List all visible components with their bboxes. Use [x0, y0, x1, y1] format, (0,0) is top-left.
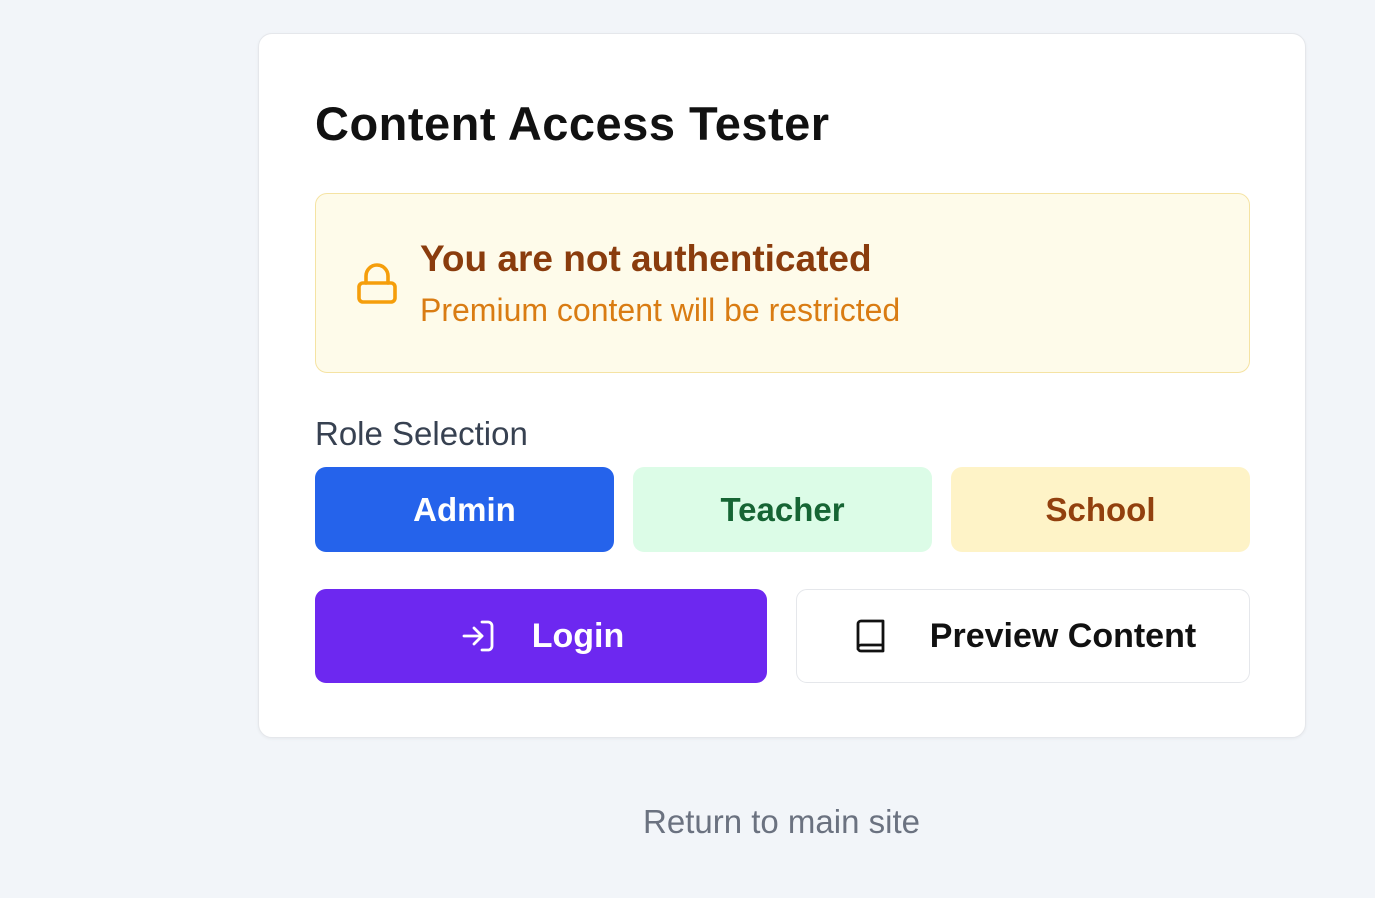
role-school-button[interactable]: School [951, 467, 1250, 552]
login-icon [458, 616, 498, 656]
access-tester-card: Content Access Tester You are not authen… [258, 33, 1306, 738]
login-button[interactable]: Login [315, 589, 767, 683]
book-icon [850, 616, 890, 656]
preview-label: Preview Content [929, 616, 1197, 655]
role-admin-button[interactable]: Admin [315, 467, 614, 552]
login-label: Login [531, 616, 625, 655]
role-selection-label: Role Selection [315, 415, 528, 452]
alert-subtitle: Premium content will be restricted [420, 292, 901, 328]
page-title: Content Access Tester [315, 97, 830, 150]
lock-icon [354, 261, 402, 309]
return-to-main-site-link[interactable]: Return to main site [0, 803, 1375, 841]
alert-title: You are not authenticated [420, 238, 872, 279]
auth-status-alert: You are not authenticated Premium conten… [315, 193, 1250, 373]
role-teacher-button[interactable]: Teacher [633, 467, 932, 552]
preview-content-button[interactable]: Preview Content [796, 589, 1250, 683]
